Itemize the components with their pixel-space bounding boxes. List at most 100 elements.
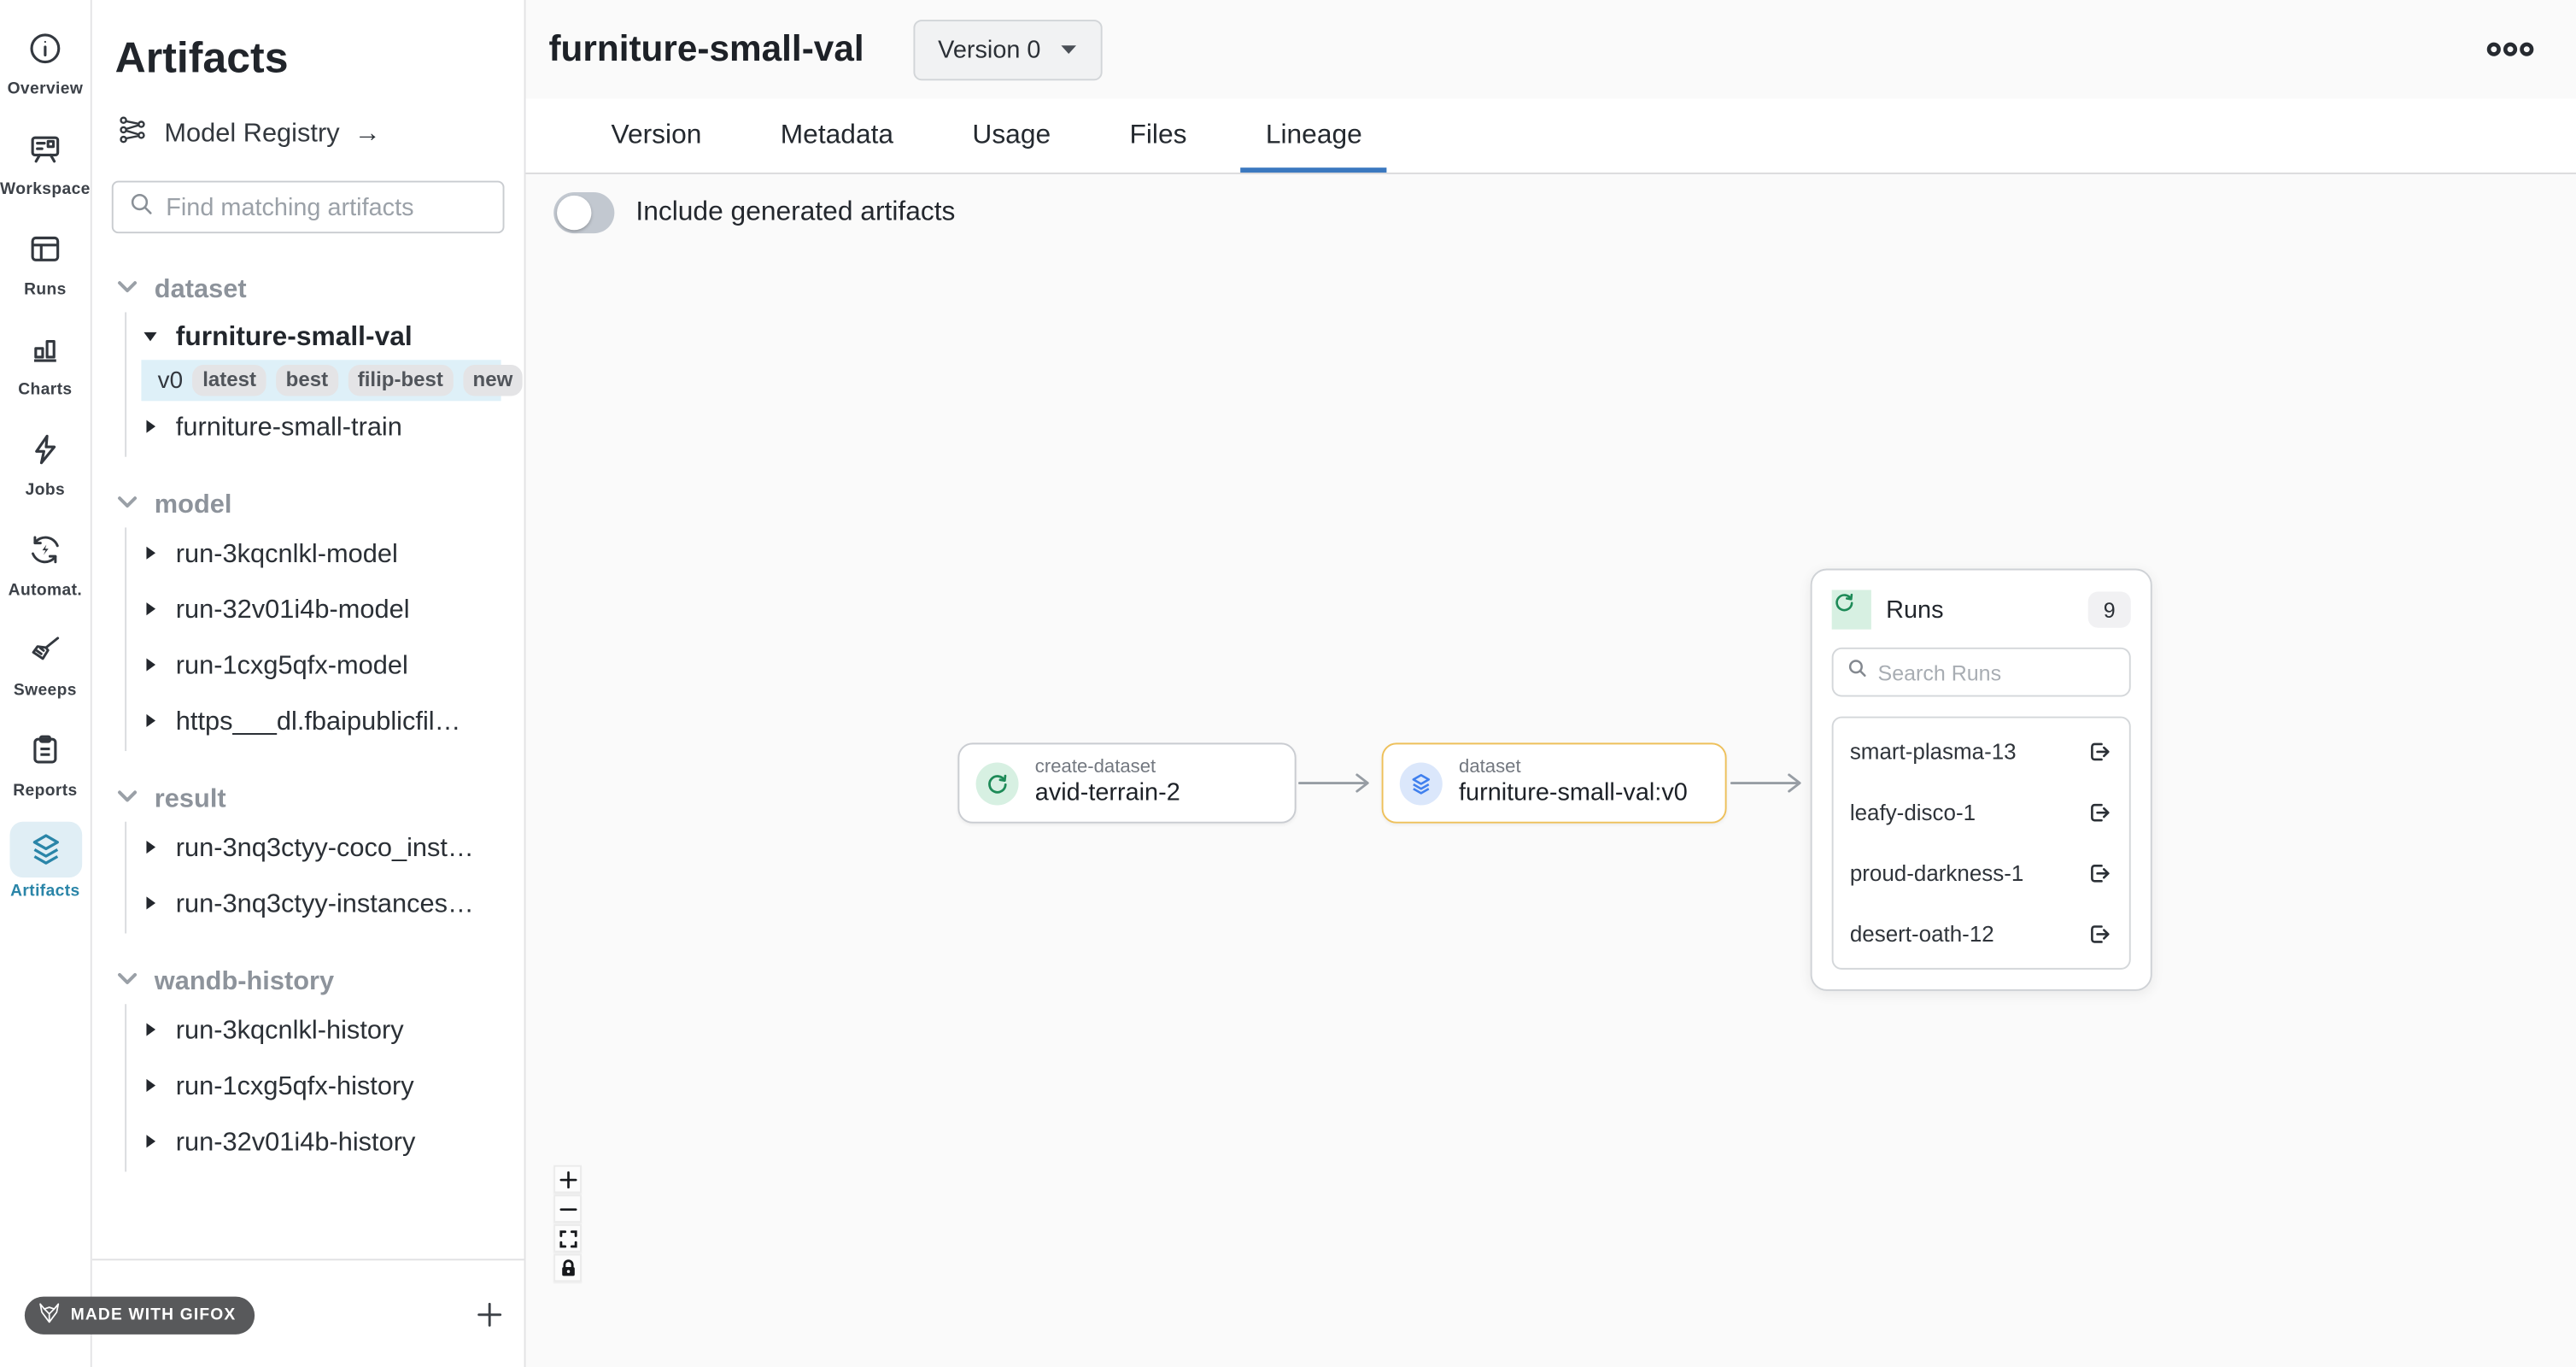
node-type: dataset bbox=[1459, 756, 1688, 780]
caret-right-icon bbox=[141, 596, 159, 626]
alias-pill[interactable]: new bbox=[463, 366, 523, 396]
sidebar-item-runs[interactable]: Runs bbox=[9, 220, 82, 299]
alias-pill[interactable]: latest bbox=[193, 366, 266, 396]
tree-group-header[interactable]: result bbox=[115, 779, 524, 822]
add-artifact-button[interactable] bbox=[475, 1300, 505, 1337]
version-row-selected[interactable]: v0 latest best filip-best new bbox=[141, 360, 501, 401]
tree-group-model: model run-3kqcnlkl-model run-32v01i4b-mo… bbox=[115, 484, 524, 751]
caret-right-icon bbox=[141, 653, 159, 683]
tree-item-artifact[interactable]: run-3nq3ctyy-instances… bbox=[126, 877, 524, 933]
tree-item-artifact[interactable]: https___dl.fbaipublicfil… bbox=[126, 695, 524, 751]
lineage-canvas[interactable]: Include generated artifacts create-datas… bbox=[526, 174, 2576, 1367]
node-texts: create-dataset avid-terrain-2 bbox=[1035, 756, 1180, 811]
lineage-node-create-dataset[interactable]: create-dataset avid-terrain-2 bbox=[957, 742, 1296, 823]
open-run-icon[interactable] bbox=[2085, 920, 2113, 948]
rail-label: Sweeps bbox=[14, 682, 77, 700]
open-run-icon[interactable] bbox=[2085, 799, 2113, 827]
model-registry-link[interactable]: Model Registry → bbox=[117, 114, 524, 155]
tab-metadata[interactable]: Metadata bbox=[741, 98, 934, 173]
tree-item-artifact[interactable]: run-3kqcnlkl-model bbox=[126, 527, 524, 583]
artifact-name: furniture-small-train bbox=[176, 414, 402, 444]
node-name: avid-terrain-2 bbox=[1035, 779, 1180, 810]
tree-group-header[interactable]: dataset bbox=[115, 269, 524, 312]
node-type: create-dataset bbox=[1035, 756, 1180, 780]
run-list-item[interactable]: smart-plasma-13 bbox=[1834, 721, 2129, 782]
main-panel: furniture-small-val Version 0 Version Me… bbox=[526, 0, 2576, 1367]
tree-item-artifact[interactable]: run-32v01i4b-history bbox=[126, 1116, 524, 1171]
artifact-name: run-1cxg5qfx-history bbox=[176, 1073, 414, 1103]
lock-button[interactable] bbox=[553, 1254, 582, 1282]
runs-panel: Runs 9 smart-plasma-13 bbox=[1811, 569, 2152, 991]
search-input[interactable] bbox=[166, 193, 493, 221]
tree-item-artifact[interactable]: run-3nq3ctyy-coco_inst… bbox=[126, 822, 524, 877]
made-with-gifox-badge[interactable]: MADE WITH GIFOX bbox=[25, 1297, 255, 1335]
workspace-board-icon bbox=[9, 120, 82, 175]
tree-item-artifact[interactable]: run-1cxg5qfx-model bbox=[126, 639, 524, 695]
bar-chart-icon bbox=[9, 320, 82, 376]
tree-group-header[interactable]: wandb-history bbox=[115, 961, 524, 1004]
version-label: v0 bbox=[158, 367, 183, 394]
version-dropdown-label: Version 0 bbox=[938, 35, 1040, 63]
run-list-item[interactable]: proud-darkness-1 bbox=[1834, 843, 2129, 904]
tab-lineage[interactable]: Lineage bbox=[1227, 98, 1402, 173]
open-run-icon[interactable] bbox=[2085, 738, 2113, 766]
run-icon bbox=[976, 762, 1019, 805]
runs-list: smart-plasma-13 leafy-disco-1 proud-dark… bbox=[1832, 717, 2131, 970]
tab-label: Usage bbox=[972, 120, 1051, 151]
fit-view-button[interactable] bbox=[553, 1224, 582, 1253]
alias-pill[interactable]: filip-best bbox=[348, 366, 453, 396]
run-name: desert-oath-12 bbox=[1850, 922, 1994, 947]
tab-version[interactable]: Version bbox=[571, 98, 741, 173]
automations-icon bbox=[9, 521, 82, 577]
alias-pill[interactable]: best bbox=[276, 366, 338, 396]
open-run-icon[interactable] bbox=[2085, 860, 2113, 888]
overflow-menu-button[interactable] bbox=[2484, 39, 2537, 59]
rail-label: Automat. bbox=[9, 582, 82, 600]
run-icon bbox=[1832, 590, 1871, 630]
run-list-item[interactable]: leafy-disco-1 bbox=[1834, 783, 2129, 843]
tab-label: Metadata bbox=[781, 120, 893, 151]
artifact-title: furniture-small-val bbox=[548, 28, 864, 71]
tab-label: Lineage bbox=[1266, 120, 1362, 151]
tree-item-artifact[interactable]: run-32v01i4b-model bbox=[126, 584, 524, 639]
tree-group-result: result run-3nq3ctyy-coco_inst… run-3nq3c… bbox=[115, 779, 524, 934]
tree-group-header[interactable]: model bbox=[115, 484, 524, 527]
sidebar-item-workspace[interactable]: Workspace bbox=[0, 120, 91, 198]
rail-label: Jobs bbox=[26, 482, 65, 500]
lineage-node-dataset-selected[interactable]: dataset furniture-small-val:v0 bbox=[1382, 742, 1727, 823]
artifact-name: furniture-small-val bbox=[176, 322, 413, 354]
artifact-name: run-3kqcnlkl-history bbox=[176, 1018, 404, 1047]
zoom-out-button[interactable] bbox=[553, 1194, 582, 1223]
tree-item-artifact[interactable]: run-3kqcnlkl-history bbox=[126, 1004, 524, 1059]
tree-item-artifact[interactable]: furniture-small-val bbox=[126, 312, 524, 360]
sidebar-item-sweeps[interactable]: Sweeps bbox=[9, 621, 82, 700]
tree-item-artifact[interactable]: furniture-small-train bbox=[126, 401, 524, 456]
sidebar-item-jobs[interactable]: Jobs bbox=[9, 420, 82, 499]
caret-right-icon bbox=[141, 891, 159, 921]
tree-group-dataset: dataset furniture-small-val v0 latest be… bbox=[115, 269, 524, 456]
tab-bar: Version Metadata Usage Files Lineage bbox=[526, 98, 2576, 173]
run-name: proud-darkness-1 bbox=[1850, 861, 2024, 886]
caret-right-icon bbox=[141, 1129, 159, 1159]
caret-right-icon bbox=[141, 708, 159, 738]
sidebar-item-automations[interactable]: Automat. bbox=[9, 521, 82, 600]
tree-group-label: wandb-history bbox=[155, 968, 334, 998]
caret-right-icon bbox=[141, 1018, 159, 1047]
tab-usage[interactable]: Usage bbox=[933, 98, 1090, 173]
sidebar-item-overview[interactable]: Overview bbox=[8, 20, 84, 98]
lightning-icon bbox=[9, 420, 82, 476]
zoom-in-button[interactable] bbox=[553, 1165, 582, 1194]
tree-item-artifact[interactable]: run-1cxg5qfx-history bbox=[126, 1060, 524, 1116]
tree-group-body: run-3kqcnlkl-model run-32v01i4b-model ru… bbox=[125, 527, 524, 751]
run-list-item[interactable]: desert-oath-12 bbox=[1834, 904, 2129, 965]
runs-search-input[interactable] bbox=[1878, 660, 2116, 684]
sidebar-item-reports[interactable]: Reports bbox=[9, 721, 82, 800]
artifact-name: run-32v01i4b-model bbox=[176, 596, 410, 626]
layers-icon bbox=[9, 822, 82, 877]
tab-files[interactable]: Files bbox=[1090, 98, 1226, 173]
sidebar-item-artifacts[interactable]: Artifacts bbox=[9, 822, 82, 901]
sidebar-item-charts[interactable]: Charts bbox=[9, 320, 82, 399]
arrow-right-icon: → bbox=[354, 119, 381, 149]
artifact-name: run-3nq3ctyy-instances… bbox=[176, 891, 474, 921]
version-dropdown[interactable]: Version 0 bbox=[913, 19, 1103, 79]
